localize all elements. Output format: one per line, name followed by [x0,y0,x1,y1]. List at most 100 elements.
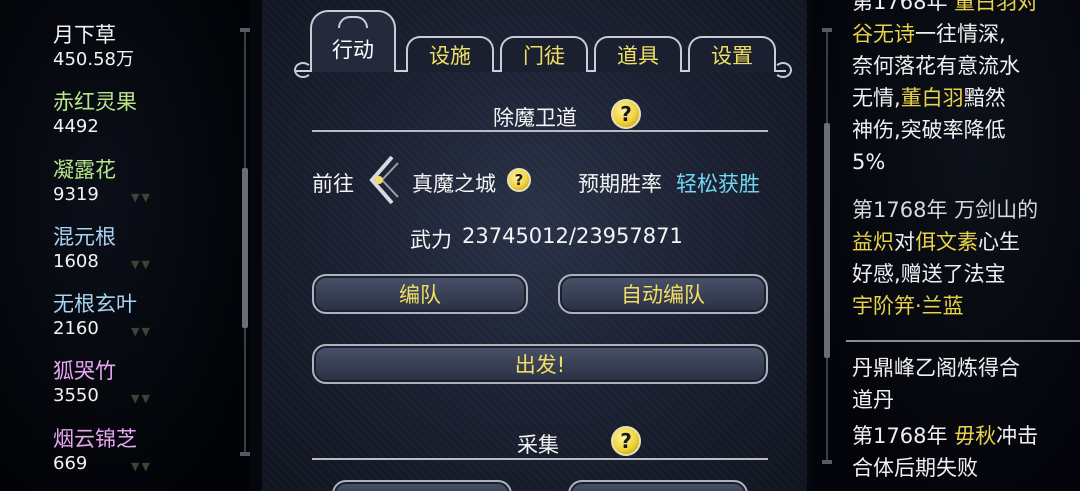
section-title-gather: 采集 [517,433,559,457]
character-name[interactable]: 毋秋 [954,424,996,448]
scrollbar-thumb[interactable] [824,123,830,358]
resource-count: 2160 [53,318,99,339]
log-line: 第1768年 毋秋冲击 [852,420,1038,452]
win-rate-value: 轻松获胜 [676,172,760,196]
section-title-expedition: 除魔卫道 [493,106,577,130]
resource-count: 1608 [53,251,99,272]
scrollbar-cap [822,460,832,464]
tab-label: 道具 [617,44,659,68]
event-log-panel: 第1768年 董白羽对 谷无诗一往情深, 奈何落花有意流水 无情,董白羽黯然 神… [812,0,1080,491]
log-text: 冲击 [996,424,1039,448]
log-entry: 第1768年 毋秋冲击 合体后期失败 [852,420,1038,484]
log-text: 无情, [852,86,901,110]
gather-button-partial[interactable] [332,480,512,491]
resource-count: 4492 [53,116,99,137]
tab-action[interactable]: 行动 [310,10,396,72]
question-icon[interactable]: ? [507,168,531,192]
log-line: 道丹 [852,388,894,412]
navigate-arrow-icon[interactable] [364,155,400,205]
resource-item[interactable]: 烟云锦芝 669 ▼▼ [53,426,150,476]
resource-item[interactable]: 混元根 1608 ▼▼ [53,224,150,274]
log-line: 无情,董白羽黯然 [852,82,1038,114]
resource-count: 3550 [53,385,99,406]
resource-item[interactable]: 无根玄叶 2160 ▼▼ [53,291,150,341]
resource-count: 450.58万 [53,49,134,70]
button-label: 自动编队 [621,283,705,307]
log-line: 第1768年 董白羽对 [852,0,1038,18]
scrollbar-cap [240,28,250,32]
tab-items[interactable]: 道具 [594,36,682,72]
auto-formation-button[interactable]: 自动编队 [558,274,768,314]
resource-count: 9319 [53,184,99,205]
resource-name: 赤红灵果 [53,90,137,114]
log-text: 对 [894,230,915,254]
decor-triangles: ▼▼ [131,392,152,405]
log-line: 第1768年 万剑山的 [852,198,1039,222]
log-scrollbar[interactable] [822,28,832,464]
resource-name: 狐哭竹 [53,359,116,383]
scrollbar-cap [240,452,250,456]
tab-label: 设施 [429,44,471,68]
power-value: 23745012/23957871 [462,224,683,248]
resource-count: 669 [53,453,88,474]
power-label: 武力 [410,228,452,252]
log-entry: 第1768年 万剑山的 益炽对佴文素心生 好感,赠送了法宝 宇阶笄·兰蓝 [852,194,1038,322]
tab-ornament [338,16,368,28]
resource-item[interactable]: 月下草 450.58万 [53,22,134,72]
formation-button[interactable]: 编队 [312,274,528,314]
question-icon[interactable]: ? [611,99,641,129]
log-entry: 丹鼎峰乙阁炼得合 道丹 [852,352,1020,416]
character-name[interactable]: 董白羽对 [954,0,1038,14]
character-name[interactable]: 益炽 [852,230,894,254]
log-line: 合体后期失败 [852,456,978,480]
log-line: 奈何落花有意流水 [852,54,1020,78]
gather-button-partial[interactable] [568,480,748,491]
resource-scrollbar[interactable] [240,28,250,456]
resource-name: 凝露花 [53,158,116,182]
item-name[interactable]: 宇阶笄·兰蓝 [852,290,1038,322]
decor-triangles: ▼▼ [131,460,152,473]
resource-item[interactable]: 凝露花 9319 ▼▼ [53,157,150,207]
goto-label: 前往 [312,172,354,196]
resource-item[interactable]: 狐哭竹 3550 ▼▼ [53,358,150,408]
tab-disciples[interactable]: 门徒 [500,36,588,72]
decor-triangles: ▼▼ [131,325,152,338]
character-name[interactable]: 董白羽 [901,86,964,110]
button-label: 编队 [399,283,441,307]
character-name[interactable]: 谷无诗 [852,22,915,46]
log-line: 好感,赠送了法宝 [852,262,1006,286]
tab-facilities[interactable]: 设施 [406,36,494,72]
log-text: 一往情深, [915,22,1006,46]
scrollbar-cap [822,28,832,32]
resource-item[interactable]: 赤红灵果 4492 [53,89,137,139]
tab-bar: 行动 设施 门徒 道具 设置 [294,0,792,80]
resource-name: 无根玄叶 [53,292,137,316]
section-divider [312,458,768,460]
log-text: 黯然 [963,86,1006,110]
tab-label: 门徒 [523,44,565,68]
scrollbar-thumb[interactable] [242,168,248,328]
tab-settings[interactable]: 设置 [688,36,776,72]
action-panel: 行动 设施 门徒 道具 设置 除魔卫道 ? 前往 真魔之城 ? 预期胜率 轻松获… [262,0,807,491]
log-line: 5% [852,150,886,174]
destination-name[interactable]: 真魔之城 [412,168,496,198]
question-icon[interactable]: ? [611,426,641,456]
log-text: 心生 [978,230,1020,254]
depart-button[interactable]: 出发! [312,344,768,384]
log-text: 第1768年 [852,0,948,14]
resource-panel: 月下草 450.58万 赤红灵果 4492 凝露花 9319 ▼▼ 混元根 16… [0,0,250,491]
log-text: 第1768年 [852,424,948,448]
tab-label: 设置 [711,44,753,68]
log-line: 谷无诗一往情深, [852,18,1038,50]
section-divider [312,130,768,132]
resource-name: 烟云锦芝 [53,427,137,451]
log-divider [846,340,1080,342]
log-line: 神伤,突破率降低 [852,118,1006,142]
decor-triangles: ▼▼ [131,191,152,204]
character-name[interactable]: 佴文素 [915,230,978,254]
button-label: 出发! [514,353,566,377]
decor-triangles: ▼▼ [131,258,152,271]
log-line: 丹鼎峰乙阁炼得合 [852,356,1020,380]
resource-name: 月下草 [53,23,116,47]
tab-label: 行动 [332,38,374,62]
